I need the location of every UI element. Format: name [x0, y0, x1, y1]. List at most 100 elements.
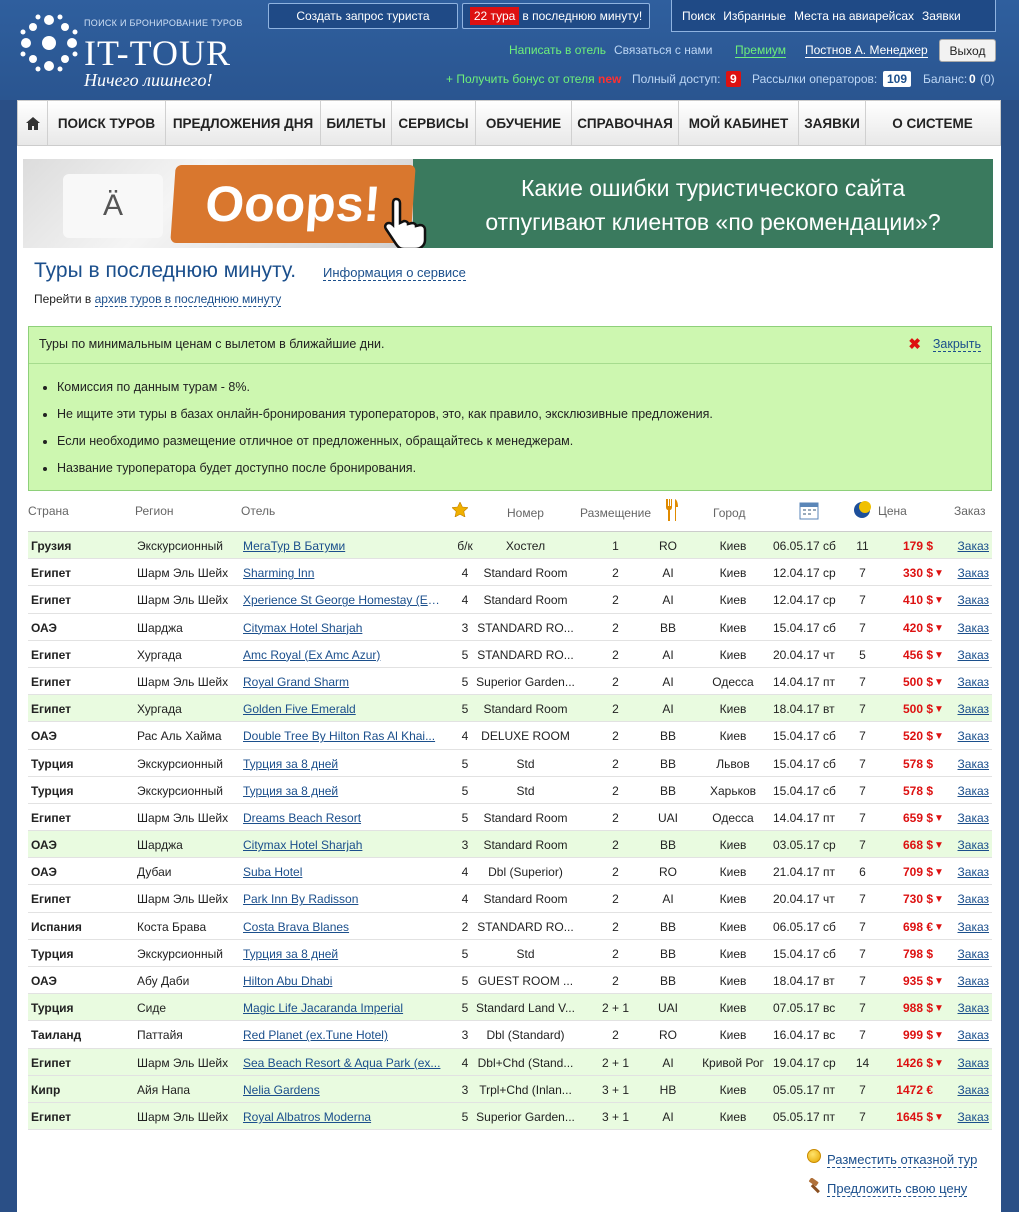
order-link[interactable]: Заказ [954, 974, 989, 988]
order-link[interactable]: Заказ [954, 539, 989, 553]
balance-extra: (0) [980, 72, 995, 86]
order-link[interactable]: Заказ [954, 947, 989, 961]
order-link[interactable]: Заказ [954, 892, 989, 906]
hotel-link[interactable]: МегаТур В Батуми [243, 539, 443, 553]
menu-tickets[interactable]: БИЛЕТЫ [321, 101, 392, 145]
row-region: Шарм Эль Шейх [137, 566, 229, 581]
order-link[interactable]: Заказ [954, 1083, 989, 1097]
row-meal: AI [662, 593, 674, 608]
price-down-icon: ▼ [934, 1030, 944, 1042]
premium-link[interactable]: Премиум [735, 43, 787, 58]
order-link[interactable]: Заказ [954, 1110, 989, 1124]
hotel-link[interactable]: Citymax Hotel Sharjah [243, 838, 443, 852]
hotel-link[interactable]: Amc Royal (Ex Amc Azur) [243, 648, 443, 662]
menu-services[interactable]: СЕРВИСЫ [392, 101, 476, 145]
lastminute-button[interactable]: 22 тура в последнюю минуту! [462, 3, 650, 29]
offer-price-link[interactable]: Предложить свою цену [827, 1181, 968, 1197]
close-icon[interactable]: ✖ [908, 335, 921, 353]
home-icon[interactable] [18, 101, 48, 145]
menu-day-offers[interactable]: ПРЕДЛОЖЕНИЯ ДНЯ [166, 101, 321, 145]
row-meal: AI [662, 702, 674, 717]
hotel-link[interactable]: Турция за 8 дней [243, 784, 443, 798]
meal-icon[interactable] [664, 499, 678, 524]
hotel-link[interactable]: Турция за 8 дней [243, 947, 443, 961]
row-meal: BB [659, 974, 676, 988]
archive-link[interactable]: архив туров в последнюю минуту [94, 292, 282, 307]
contact-link[interactable]: Связаться с нами [614, 43, 712, 57]
order-link[interactable]: Заказ [954, 784, 989, 798]
row-city: Киев [719, 1028, 747, 1043]
order-link[interactable]: Заказ [954, 920, 989, 934]
order-link[interactable]: Заказ [954, 566, 989, 580]
full-access-count[interactable]: 9 [726, 71, 741, 87]
hotel-link[interactable]: Hilton Abu Dhabi [243, 974, 443, 988]
promo-banner[interactable]: Ä Ooops! Какие ошибки туристического сай… [23, 159, 993, 248]
menu-training[interactable]: ОБУЧЕНИЕ [476, 101, 572, 145]
hotel-link[interactable]: Golden Five Emerald [243, 702, 443, 716]
star-icon[interactable] [451, 501, 469, 520]
topnav-requests[interactable]: Заявки [922, 9, 961, 23]
row-date: 03.05.17 ср [773, 838, 836, 853]
row-price: 1645 $ [896, 1109, 933, 1124]
order-link[interactable]: Заказ [954, 838, 989, 852]
menu-cabinet[interactable]: МОЙ КАБИНЕТ [679, 101, 799, 145]
order-link[interactable]: Заказ [954, 1028, 989, 1042]
create-request-button[interactable]: Создать запрос туриста [268, 3, 458, 29]
hotel-link[interactable]: Magic Life Jacaranda Imperial [243, 1001, 443, 1015]
write-hotel-link[interactable]: Написать в отель [509, 43, 606, 57]
topnav-flights[interactable]: Места на авиарейсах [794, 9, 914, 23]
order-link[interactable]: Заказ [954, 1056, 989, 1070]
header-hotel[interactable]: Отель [241, 504, 275, 518]
order-link[interactable]: Заказ [954, 702, 989, 716]
hotel-link[interactable]: Double Tree By Hilton Ras Al Khai... [243, 729, 443, 743]
hotel-link[interactable]: Турция за 8 дней [243, 757, 443, 771]
hotel-link[interactable]: Suba Hotel [243, 865, 443, 879]
order-link[interactable]: Заказ [954, 729, 989, 743]
order-link[interactable]: Заказ [954, 757, 989, 771]
row-country: Турция [31, 946, 74, 961]
user-link[interactable]: Постнов А. Менеджер [805, 43, 928, 58]
hotel-link[interactable]: Costa Brava Blanes [243, 920, 443, 934]
header-accommodation[interactable]: Размещение [580, 506, 651, 520]
header-country[interactable]: Страна [28, 504, 69, 518]
menu-search-tours[interactable]: ПОИСК ТУРОВ [48, 101, 166, 145]
hotel-link[interactable]: Nelia Gardens [243, 1083, 443, 1097]
post-refused-tour-link[interactable]: Разместить отказной тур [827, 1152, 978, 1168]
hotel-link[interactable]: Royal Grand Sharm [243, 675, 443, 689]
table-row: Турция Экскурсионный Турция за 8 дней 5 Std 2… [28, 940, 992, 967]
header-region[interactable]: Регион [135, 504, 174, 518]
hotel-link[interactable]: Sea Beach Resort & Aqua Park (ex... [243, 1056, 443, 1070]
order-link[interactable]: Заказ [954, 811, 989, 825]
order-link[interactable]: Заказ [954, 1001, 989, 1015]
order-link[interactable]: Заказ [954, 648, 989, 662]
bonus-link[interactable]: + Получить бонус от отеля [446, 72, 595, 86]
menu-requests[interactable]: ЗАЯВКИ [799, 101, 866, 145]
hotel-link[interactable]: Royal Albatros Moderna [243, 1110, 443, 1124]
close-link[interactable]: Закрыть [932, 337, 981, 352]
calendar-icon[interactable] [799, 500, 819, 523]
moon-icon[interactable] [853, 501, 871, 522]
header-room[interactable]: Номер [507, 506, 544, 520]
header-city[interactable]: Город [713, 506, 745, 520]
menu-about[interactable]: О СИСТЕМЕ [866, 101, 999, 145]
row-nights: 7 [859, 810, 866, 825]
logo-text[interactable]: IT-TOUR [84, 32, 231, 74]
topnav-search[interactable]: Поиск [682, 9, 715, 23]
mailings-count[interactable]: 109 [883, 71, 912, 87]
order-link[interactable]: Заказ [954, 865, 989, 879]
hotel-link[interactable]: Sharming Inn [243, 566, 443, 580]
hotel-link[interactable]: Citymax Hotel Sharjah [243, 621, 443, 635]
header-price[interactable]: Цена [878, 504, 907, 518]
order-link[interactable]: Заказ [954, 675, 989, 689]
hotel-link[interactable]: Red Planet (ex.Tune Hotel) [243, 1028, 443, 1042]
hotel-link[interactable]: Xperience St George Homestay (Ex... [243, 593, 443, 607]
row-price: 668 $ [902, 838, 933, 853]
hotel-link[interactable]: Park Inn By Radisson [243, 892, 443, 906]
exit-button[interactable]: Выход [939, 39, 996, 62]
topnav-favorites[interactable]: Избранные [723, 9, 786, 23]
info-service-link[interactable]: Информация о сервисе [323, 265, 466, 281]
order-link[interactable]: Заказ [954, 593, 989, 607]
menu-reference[interactable]: СПРАВОЧНАЯ [572, 101, 679, 145]
order-link[interactable]: Заказ [954, 621, 989, 635]
hotel-link[interactable]: Dreams Beach Resort [243, 811, 443, 825]
